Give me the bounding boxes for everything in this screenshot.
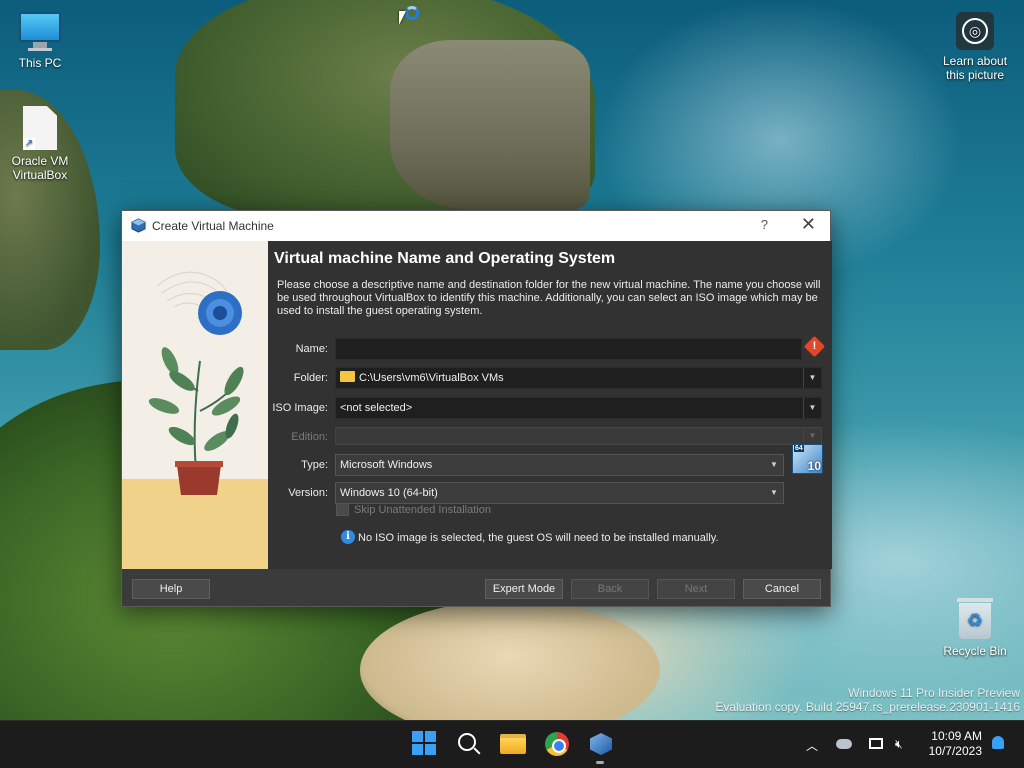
desktop-icon-label: Oracle VM VirtualBox <box>11 154 69 182</box>
type-combo[interactable]: Microsoft Windows ▼ <box>335 454 784 476</box>
shortcut-file-icon: ↗ <box>23 106 57 150</box>
camera-info-icon: ◎ <box>956 12 994 50</box>
help-button[interactable]: Help <box>132 579 210 599</box>
watermark-line2: Evaluation copy. Build 25947.rs_prerelea… <box>715 700 1020 714</box>
windows-10-os-icon: 64 10 <box>792 444 823 474</box>
wizard-illustration <box>122 241 268 569</box>
iso-image-value: <not selected> <box>340 402 413 414</box>
version-combo[interactable]: Windows 10 (64-bit) ▼ <box>335 482 784 504</box>
virtualbox-icon <box>131 218 146 233</box>
chrome-button[interactable] <box>544 731 570 757</box>
desktop-icon-label: This PC <box>18 56 62 70</box>
chevron-down-icon[interactable]: ▼ <box>765 455 783 475</box>
iso-image-label: ISO Image: <box>272 402 328 414</box>
chevron-down-icon: ▼ <box>803 428 821 444</box>
taskbar: ︿ 🔇︎ 10:09 AM 10/7/2023 <box>0 720 1024 768</box>
file-explorer-button[interactable] <box>500 731 526 757</box>
onedrive-icon[interactable] <box>836 739 852 749</box>
info-icon: i <box>341 530 355 544</box>
start-button[interactable] <box>412 731 438 757</box>
back-button[interactable]: Back <box>571 579 649 599</box>
desktop-icon-recycle-bin[interactable]: ♻ Recycle Bin <box>935 598 1015 658</box>
chevron-down-icon[interactable]: ▼ <box>803 368 821 388</box>
folder-icon <box>340 371 355 382</box>
chrome-icon <box>545 732 569 756</box>
warning-icon: ! <box>803 335 826 358</box>
folder-value: C:\Users\vm6\VirtualBox VMs <box>359 372 504 384</box>
search-button[interactable] <box>456 731 482 757</box>
page-heading: Virtual machine Name and Operating Syste… <box>274 250 616 267</box>
help-icon[interactable]: ? <box>761 217 768 232</box>
close-icon[interactable]: ✕ <box>801 214 816 235</box>
virtualbox-taskbar-button[interactable] <box>588 731 614 757</box>
watermark-line1: Windows 11 Pro Insider Preview <box>848 686 1020 700</box>
windows-watermark: Windows 11 Pro Insider Preview Evaluatio… <box>715 686 1020 714</box>
virtualbox-icon <box>590 733 612 755</box>
windows-start-icon <box>412 731 438 755</box>
version-value: Windows 10 (64-bit) <box>340 487 438 499</box>
chevron-down-icon[interactable]: ▼ <box>803 398 821 418</box>
volume-muted-icon[interactable]: 🔇︎ <box>895 737 903 752</box>
iso-image-combo[interactable]: <not selected> ▼ <box>335 397 822 419</box>
name-label: Name: <box>295 343 328 355</box>
monitor-icon <box>19 12 61 52</box>
skip-unattended-label: Skip Unattended Installation <box>354 504 491 516</box>
notification-bell-icon[interactable] <box>992 736 1004 749</box>
skip-unattended-checkbox[interactable] <box>336 503 349 516</box>
recycle-bin-icon: ♻ <box>957 598 993 640</box>
info-message: No ISO image is selected, the guest OS w… <box>358 532 719 544</box>
flower-pot-illustration-icon <box>122 271 268 569</box>
os-version-badge: 10 <box>807 459 821 473</box>
clock-date: 10/7/2023 <box>928 744 982 758</box>
type-label: Type: <box>301 459 328 471</box>
edition-label: Edition: <box>291 431 328 443</box>
active-app-indicator <box>596 761 604 764</box>
desktop-icon-label: Learn about this picture <box>942 54 1008 82</box>
page-description: Please choose a descriptive name and des… <box>277 279 821 317</box>
desktop-icon-learn-about-picture[interactable]: ◎ Learn about this picture <box>935 12 1015 82</box>
show-hidden-icons-chevron-up-icon[interactable]: ︿ <box>806 737 818 754</box>
clock-time: 10:09 AM <box>931 729 982 743</box>
file-explorer-icon <box>500 734 526 754</box>
wizard-content: Virtual machine Name and Operating Syste… <box>268 241 832 569</box>
folder-label: Folder: <box>293 372 328 384</box>
chevron-down-icon[interactable]: ▼ <box>765 483 783 503</box>
create-vm-dialog: Create Virtual Machine ? ✕ Virtual machi… <box>121 210 832 607</box>
edition-combo[interactable]: ▼ <box>335 427 822 445</box>
desktop-icon-label: Recycle Bin <box>943 644 1007 658</box>
mouse-cursor-icon <box>399 11 410 25</box>
desktop-icon-this-pc[interactable]: This PC <box>0 12 80 70</box>
search-icon <box>458 733 476 751</box>
type-value: Microsoft Windows <box>340 459 433 471</box>
folder-combo[interactable]: C:\Users\vm6\VirtualBox VMs ▼ <box>335 367 822 389</box>
network-icon[interactable] <box>869 738 883 749</box>
desktop-icon-virtualbox[interactable]: ↗ Oracle VM VirtualBox <box>0 106 80 182</box>
wallpaper-rock <box>390 40 590 210</box>
taskbar-clock[interactable]: 10:09 AM 10/7/2023 <box>929 729 982 759</box>
os-bits-badge: 64 <box>794 445 804 452</box>
cancel-button[interactable]: Cancel <box>743 579 821 599</box>
dialog-titlebar[interactable]: Create Virtual Machine ? ✕ <box>122 211 830 241</box>
expert-mode-button[interactable]: Expert Mode <box>485 579 563 599</box>
next-button[interactable]: Next <box>657 579 735 599</box>
name-field[interactable] <box>335 338 802 360</box>
dialog-button-bar: Help Expert Mode Back Next Cancel <box>122 569 830 606</box>
dialog-title: Create Virtual Machine <box>152 219 274 233</box>
version-label: Version: <box>288 487 328 499</box>
